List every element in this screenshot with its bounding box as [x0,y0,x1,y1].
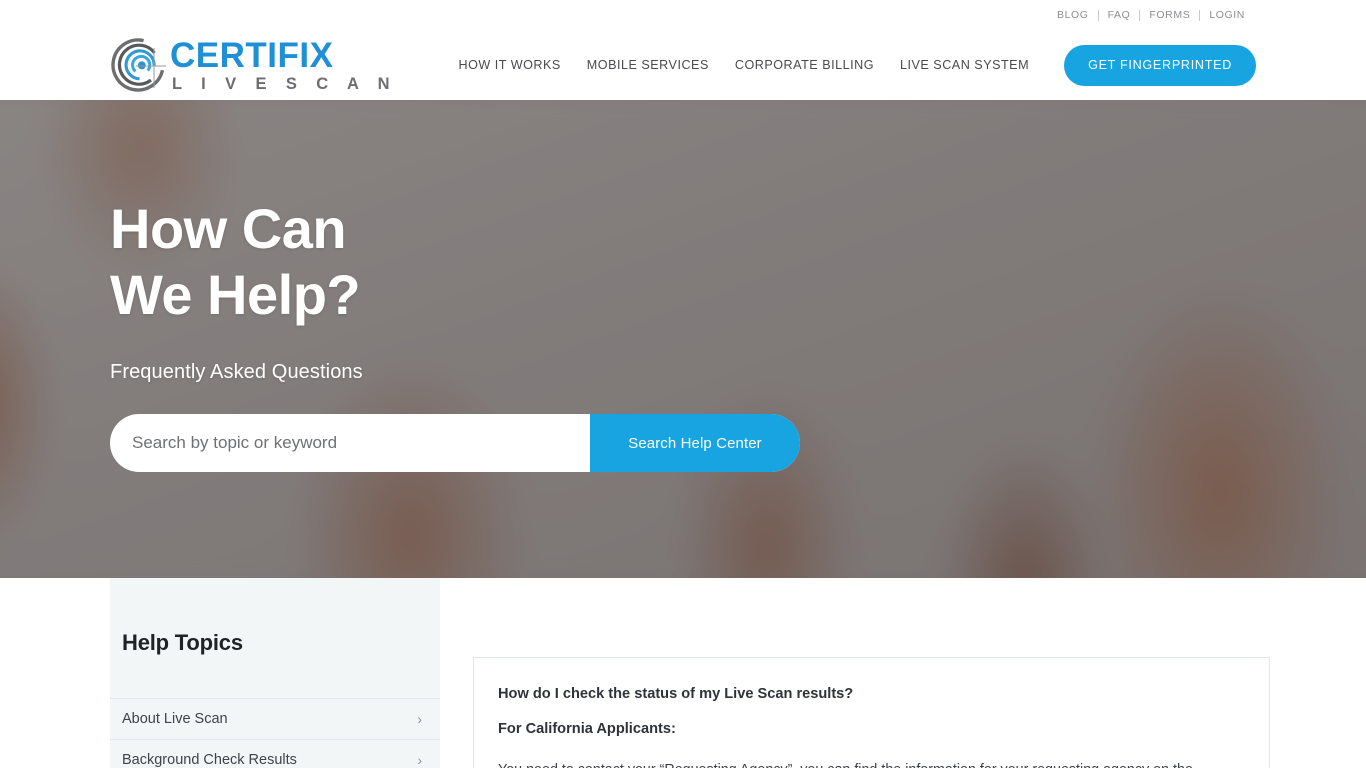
sidebar-item-background-check-results[interactable]: Background Check Results › [110,739,440,768]
utility-link-faq[interactable]: FAQ [1099,10,1140,21]
logo-text-livescan: L I V E S C A N [172,74,397,93]
logo-wordmark: CERTIFIX L I V E S C A N [170,38,397,93]
faq-main-column: How do I check the status of my Live Sca… [473,578,1270,768]
utility-link-blog[interactable]: BLOG [1048,10,1098,21]
fingerprint-swirl-icon [108,36,168,94]
nav-item-mobile-services[interactable]: MOBILE SERVICES [574,58,722,72]
sidebar-item-label: Background Check Results [122,752,297,768]
nav-item-how-it-works[interactable]: HOW IT WORKS [445,58,573,72]
help-topics-list: About Live Scan › Background Check Resul… [110,698,440,768]
main-navigation: HOW IT WORKS MOBILE SERVICES CORPORATE B… [445,44,1256,86]
nav-item-live-scan-system[interactable]: LIVE SCAN SYSTEM [887,58,1042,72]
faq-body-text: You need to contact your “Requesting Age… [498,759,1245,768]
help-center-content: Help Topics About Live Scan › Background… [0,578,1366,768]
faq-subheading: For California Applicants: [498,721,676,738]
get-fingerprinted-button[interactable]: GET FINGERPRINTED [1064,44,1256,86]
sidebar-item-label: About Live Scan [122,711,228,727]
site-header: BLOG FAQ FORMS LOGIN CERTIFIX L I V E S … [0,0,1366,100]
help-center-search-form: Search Help Center [110,414,800,473]
hero-title-line-1: How Can [110,197,347,260]
nav-item-corporate-billing[interactable]: CORPORATE BILLING [722,58,887,72]
utility-link-login[interactable]: LOGIN [1200,10,1254,21]
search-help-center-button[interactable]: Search Help Center [590,414,800,473]
logo-link[interactable]: CERTIFIX L I V E S C A N [108,36,397,94]
chevron-right-icon: › [417,752,422,768]
hero-content: How Can We Help? Frequently Asked Questi… [0,100,1366,578]
logo-text-certifix: CERTIFIX [170,35,334,75]
utility-bar: BLOG FAQ FORMS LOGIN [0,0,1366,30]
hero-subtitle: Frequently Asked Questions [110,361,363,384]
chevron-right-icon: › [417,711,422,727]
search-input[interactable] [110,414,590,473]
sidebar-item-about-live-scan[interactable]: About Live Scan › [110,698,440,739]
sidebar-title: Help Topics [122,630,243,655]
faq-card: How do I check the status of my Live Sca… [473,657,1270,768]
hero-title-line-2: We Help? [110,262,361,326]
utility-link-forms[interactable]: FORMS [1140,10,1199,21]
header-main-row: CERTIFIX L I V E S C A N HOW IT WORKS MO… [0,30,1366,100]
page-title: How Can We Help? [110,196,1366,327]
help-topics-sidebar: Help Topics About Live Scan › Background… [110,578,440,768]
faq-question: How do I check the status of my Live Sca… [498,686,854,702]
hero-banner: How Can We Help? Frequently Asked Questi… [0,100,1366,578]
